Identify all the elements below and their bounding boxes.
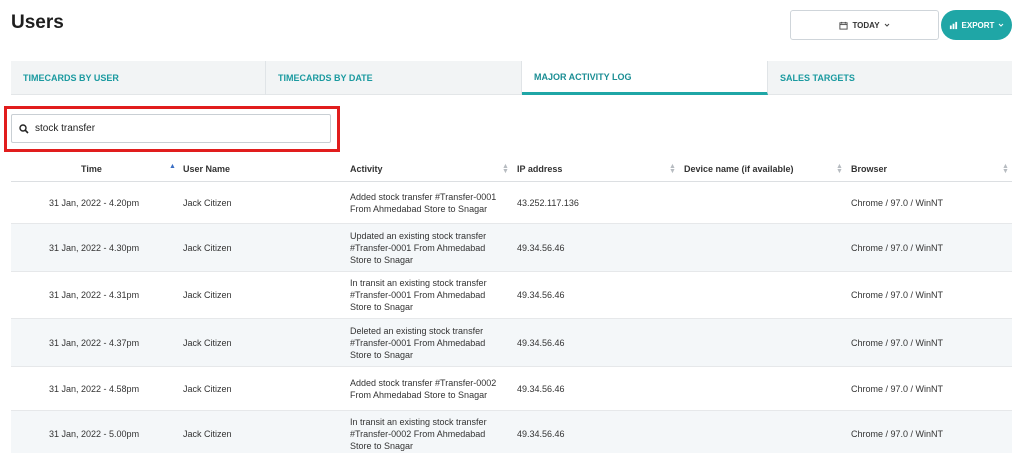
today-date-button[interactable]: TODAY [790, 10, 939, 40]
cell-user-name: Jack Citizen [183, 197, 232, 208]
tab-sales-targets[interactable]: SALES TARGETS [768, 61, 1012, 95]
cell-activity: Added stock transfer #Transfer-0002 From … [350, 367, 515, 410]
search-box[interactable] [11, 114, 331, 143]
column-header-activity[interactable]: Activity [350, 156, 383, 182]
tab-timecards-by-user[interactable]: TIMECARDS BY USER [11, 61, 266, 95]
cell-ip-address: 49.34.56.46 [517, 429, 565, 439]
table-row[interactable]: 31 Jan, 2022 - 4.58pm Jack Citizen Added s… [11, 367, 1012, 411]
cell-ip-address: 49.34.56.46 [517, 337, 565, 348]
calendar-icon [839, 21, 848, 30]
cell-activity: Updated an existing stock transfer #Trans… [350, 224, 515, 271]
export-button[interactable]: EXPORT [941, 10, 1012, 40]
table-body: 31 Jan, 2022 - 4.20pm Jack Citizen Added s… [11, 182, 1012, 453]
activity-line: From Ahmedabad Store to Snagar [350, 389, 488, 400]
chevron-down-icon [884, 23, 889, 27]
sort-icon[interactable]: ▲ ▼ [502, 163, 509, 175]
cell-user-name: Jack Citizen [183, 429, 232, 439]
column-header-time[interactable]: Time [81, 156, 102, 182]
activity-line: Store to Snagar [350, 302, 414, 312]
cell-browser: Chrome / 97.0 / WinNT [851, 242, 944, 253]
page-title: Users [11, 12, 64, 33]
activity-line: #Transfer-0001 From Ahmedabad [350, 290, 486, 300]
activity-line: Added stock transfer #Transfer-0001 [350, 191, 497, 202]
activity-line: In transit an existing stock transfer [350, 417, 487, 427]
cell-time: 31 Jan, 2022 - 4.58pm [49, 383, 140, 394]
cell-time: 31 Jan, 2022 - 4.31pm [49, 290, 140, 300]
column-header-user-name[interactable]: User Name [183, 156, 230, 182]
activity-line: #Transfer-0002 From Ahmedabad [350, 429, 486, 439]
activity-line: Store to Snagar [350, 441, 414, 451]
search-icon [19, 123, 29, 134]
cell-ip-address: 49.34.56.46 [517, 383, 565, 394]
cell-ip-address: 49.34.56.46 [517, 242, 565, 253]
sort-icon[interactable]: ▲ ▼ [836, 163, 843, 175]
cell-browser: Chrome / 97.0 / WinNT [851, 197, 944, 208]
activity-log-table: Time ▲ User Name Activity ▲ ▼ IP address … [11, 156, 1012, 453]
cell-ip-address: 43.252.117.136 [517, 197, 579, 208]
column-header-device-name[interactable]: Device name (if available) [684, 156, 794, 182]
cell-browser: Chrome / 97.0 / WinNT [851, 429, 944, 439]
cell-browser: Chrome / 97.0 / WinNT [851, 337, 944, 348]
sort-icon[interactable]: ▲ ▼ [1002, 163, 1009, 175]
cell-activity: In transit an existing stock transfer #Tr… [350, 272, 515, 318]
activity-line: From Ahmedabad Store to Snagar [350, 203, 488, 214]
cell-time: 31 Jan, 2022 - 4.20pm [49, 197, 140, 208]
column-header-ip-address[interactable]: IP address [517, 156, 562, 182]
activity-line: Store to Snagar [350, 254, 414, 265]
cell-activity: Deleted an existing stock transfer #Trans… [350, 319, 515, 366]
table-row[interactable]: 31 Jan, 2022 - 5.00pm Jack Citizen In tran… [11, 411, 1012, 453]
search-input[interactable] [35, 123, 315, 134]
cell-user-name: Jack Citizen [183, 290, 232, 300]
table-row[interactable]: 31 Jan, 2022 - 4.20pm Jack Citizen Added s… [11, 182, 1012, 224]
cell-time: 31 Jan, 2022 - 4.30pm [49, 242, 140, 253]
tab-major-activity-log[interactable]: MAJOR ACTIVITY LOG [522, 61, 768, 95]
today-label: TODAY [852, 20, 880, 30]
activity-line: #Transfer-0001 From Ahmedabad [350, 337, 486, 348]
cell-user-name: Jack Citizen [183, 383, 232, 394]
export-label: EXPORT [961, 20, 995, 30]
tab-timecards-by-date[interactable]: TIMECARDS BY DATE [266, 61, 522, 95]
activity-line: #Transfer-0001 From Ahmedabad [350, 242, 486, 253]
table-row[interactable]: 31 Jan, 2022 - 4.30pm Jack Citizen Updated… [11, 224, 1012, 272]
table-row[interactable]: 31 Jan, 2022 - 4.37pm Jack Citizen Deleted… [11, 319, 1012, 367]
cell-activity: In transit an existing stock transfer #Tr… [350, 411, 515, 453]
bar-chart-icon [949, 21, 957, 29]
sort-asc-icon[interactable]: ▲ [169, 163, 176, 170]
cell-time: 31 Jan, 2022 - 5.00pm [49, 429, 140, 439]
activity-line: Store to Snagar [350, 349, 414, 360]
activity-line: Updated an existing stock transfer [350, 230, 487, 241]
table-header: Time ▲ User Name Activity ▲ ▼ IP address … [11, 156, 1012, 182]
table-row[interactable]: 31 Jan, 2022 - 4.31pm Jack Citizen In tran… [11, 272, 1012, 319]
cell-browser: Chrome / 97.0 / WinNT [851, 290, 944, 300]
activity-line: Added stock transfer #Transfer-0002 [350, 377, 497, 388]
column-header-browser[interactable]: Browser [851, 156, 887, 182]
cell-ip-address: 49.34.56.46 [517, 290, 565, 300]
cell-user-name: Jack Citizen [183, 337, 232, 348]
cell-time: 31 Jan, 2022 - 4.37pm [49, 337, 140, 348]
cell-activity: Added stock transfer #Transfer-0001 From … [350, 182, 515, 223]
activity-line: In transit an existing stock transfer [350, 278, 487, 288]
activity-line: Deleted an existing stock transfer [350, 325, 484, 336]
cell-browser: Chrome / 97.0 / WinNT [851, 383, 944, 394]
sort-icon[interactable]: ▲ ▼ [669, 163, 676, 175]
cell-user-name: Jack Citizen [183, 242, 232, 253]
tab-bar: TIMECARDS BY USER TIMECARDS BY DATE MAJO… [11, 61, 1012, 95]
chevron-down-icon [999, 23, 1004, 27]
